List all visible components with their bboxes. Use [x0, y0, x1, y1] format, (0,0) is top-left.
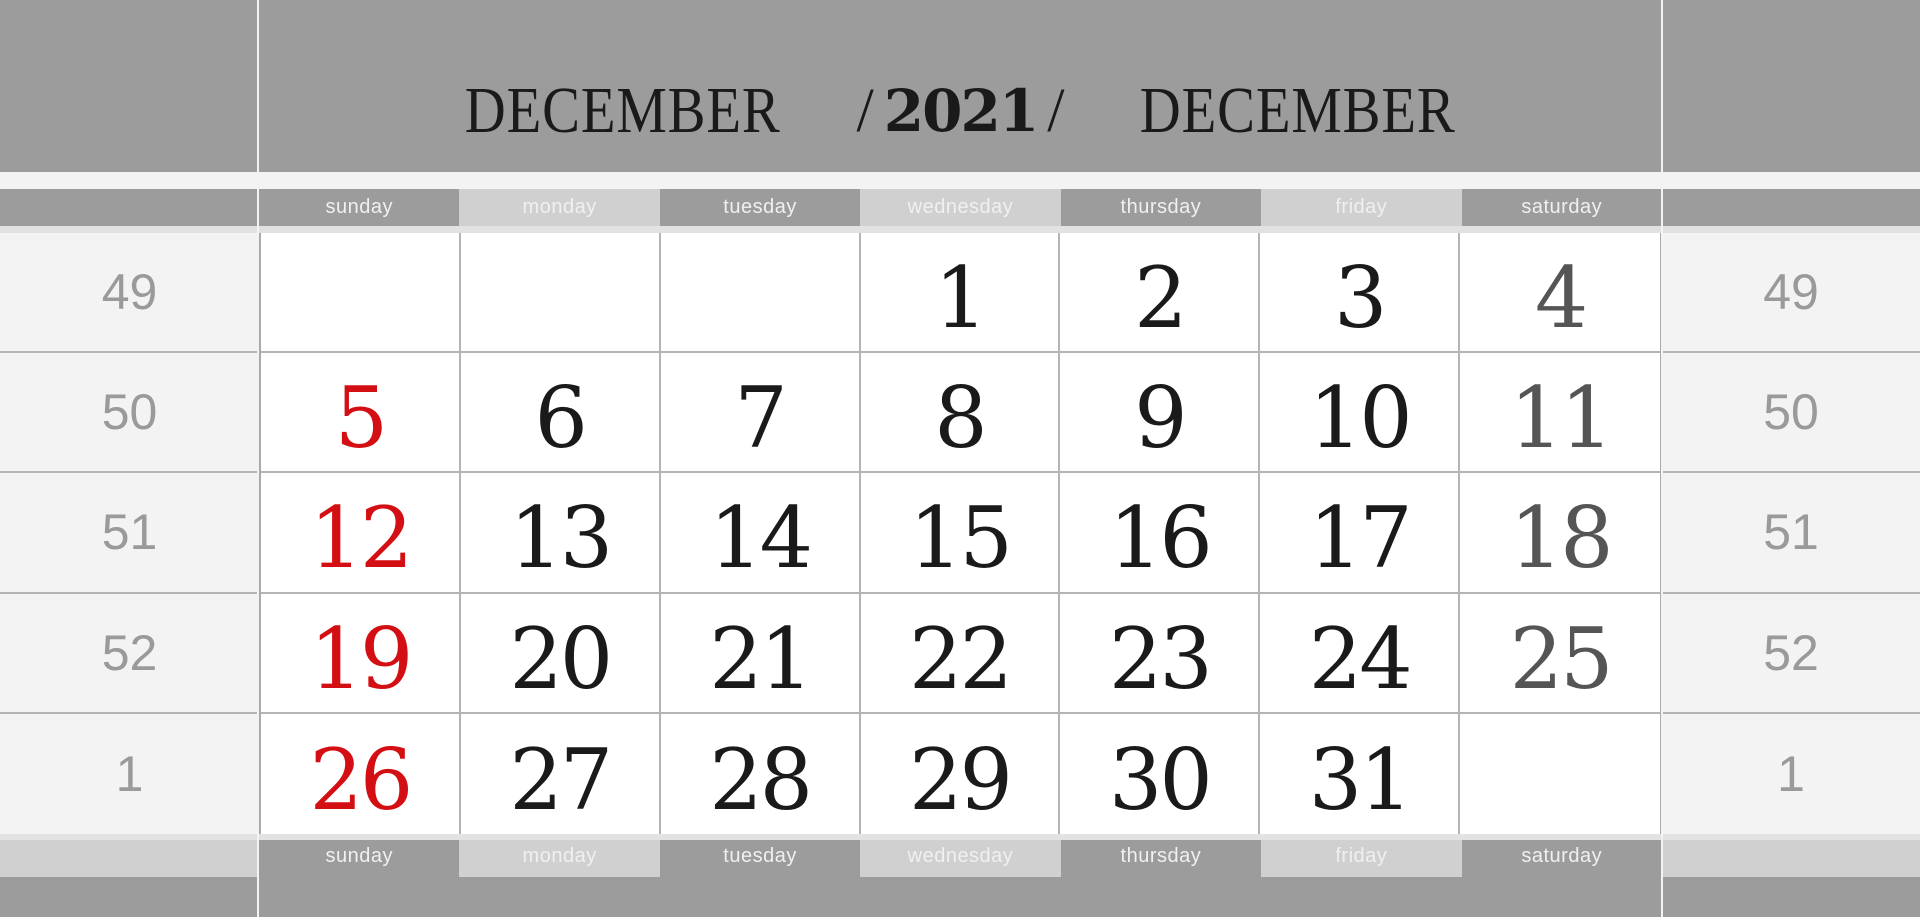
date-cell[interactable]: 30 — [1060, 713, 1261, 834]
empty-date-cell — [261, 233, 461, 354]
week-number: 51 — [1662, 473, 1920, 594]
date-cell[interactable]: 25 — [1460, 594, 1660, 714]
date-cell[interactable]: 31 — [1260, 713, 1461, 834]
bottom-bar-left-light — [0, 840, 259, 877]
date-grid: 1 2 3 4 5 6 7 8 9 10 11 12 13 14 15 16 17 18 19 20 21 22 23 24 2… — [259, 233, 1662, 834]
top-strip — [0, 172, 1920, 189]
date-cell[interactable]: 20 — [460, 593, 661, 714]
date-cell[interactable]: 23 — [1060, 593, 1261, 714]
week-numbers-right: 49 50 51 52 1 — [1662, 233, 1920, 834]
week-number: 1 — [1777, 745, 1805, 802]
date-cell[interactable]: 5 — [261, 353, 461, 474]
date-cell[interactable]: 21 — [660, 593, 861, 714]
date-cell[interactable]: 15 — [860, 473, 1061, 594]
week-number: 51 — [0, 473, 259, 594]
title-slash-left: / — [856, 76, 874, 145]
weekday-label-monday: monday — [459, 840, 660, 877]
bottom-bar-right-light — [1662, 840, 1920, 877]
weekday-label-thursday: thursday — [1060, 840, 1262, 877]
date-cell[interactable]: 11 — [1460, 353, 1660, 474]
date-cell[interactable]: 26 — [261, 713, 461, 834]
week-number: 1 — [115, 745, 144, 802]
week-number: 50 — [1662, 353, 1920, 474]
week-number: 52 — [1662, 594, 1920, 714]
week-number: 49 — [0, 233, 259, 354]
date-cell[interactable]: 10 — [1260, 353, 1461, 474]
empty-date-cell — [460, 233, 661, 354]
top-separator — [0, 226, 1920, 233]
weekday-label-saturday: saturday — [1461, 840, 1662, 877]
weekday-label-wednesday: wednesday — [860, 840, 1061, 877]
weekday-label-friday: friday — [1261, 189, 1462, 226]
date-cell[interactable]: 28 — [661, 713, 861, 834]
top-bar-right — [1662, 189, 1920, 226]
date-cell[interactable]: 7 — [660, 353, 861, 474]
date-cell[interactable]: 22 — [860, 593, 1061, 714]
weekday-label-monday: monday — [459, 189, 660, 226]
date-cell[interactable]: 4 — [1460, 233, 1660, 354]
date-cell[interactable]: 16 — [1060, 473, 1261, 594]
calendar-title: DECEMBER / 2021 / DECEMBER — [259, 66, 1662, 156]
weekday-header-top: sunday monday tuesday wednesday thursday frid… — [259, 189, 1662, 226]
month-title-right: DECEMBER — [1140, 74, 1457, 147]
date-cell[interactable]: 27 — [461, 713, 661, 834]
week-number: 50 — [0, 353, 259, 474]
weekday-label-friday: friday — [1261, 840, 1462, 877]
week-numbers-left: 49 50 51 52 1 — [0, 233, 259, 834]
date-cell[interactable]: 18 — [1460, 473, 1660, 594]
date-cell[interactable]: 2 — [1060, 233, 1261, 354]
date-cell[interactable]: 9 — [1060, 353, 1261, 474]
weekday-label-tuesday: tuesday — [659, 840, 861, 877]
empty-date-cell — [1460, 714, 1660, 834]
date-cell[interactable]: 12 — [261, 473, 461, 594]
left-divider — [257, 0, 259, 917]
empty-date-cell — [660, 233, 861, 354]
date-cell[interactable]: 29 — [861, 713, 1061, 834]
top-bar-left — [0, 189, 259, 226]
weekday-label-sunday: sunday — [259, 189, 460, 226]
weekday-label-sunday: sunday — [259, 840, 460, 877]
year-title: 2021 — [883, 77, 1039, 145]
bottom-bar-right-dark — [1662, 877, 1920, 917]
week-number: 52 — [0, 594, 259, 714]
month-title-left: DECEMBER — [464, 74, 781, 147]
date-cell[interactable]: 6 — [460, 353, 661, 474]
date-cell[interactable]: 3 — [1260, 233, 1461, 354]
week-number: 49 — [1662, 233, 1920, 354]
date-cell[interactable]: 24 — [1260, 593, 1461, 714]
date-cell[interactable]: 14 — [660, 473, 861, 594]
date-cell[interactable]: 13 — [460, 473, 661, 594]
weekday-label-tuesday: tuesday — [659, 189, 861, 226]
date-cell[interactable]: 19 — [261, 593, 461, 714]
weekday-label-thursday: thursday — [1060, 189, 1262, 226]
weekday-label-saturday: saturday — [1461, 189, 1662, 226]
date-cell[interactable]: 17 — [1260, 473, 1461, 594]
date-cell[interactable]: 1 — [860, 233, 1061, 354]
date-cell[interactable]: 8 — [860, 353, 1061, 474]
bottom-bar-left-dark — [0, 877, 259, 917]
weekday-header-bottom: sunday monday tuesday wednesday thursday frid… — [259, 840, 1662, 877]
weekday-label-wednesday: wednesday — [860, 189, 1061, 226]
title-slash-right: / — [1047, 76, 1065, 145]
right-divider — [1661, 0, 1663, 917]
